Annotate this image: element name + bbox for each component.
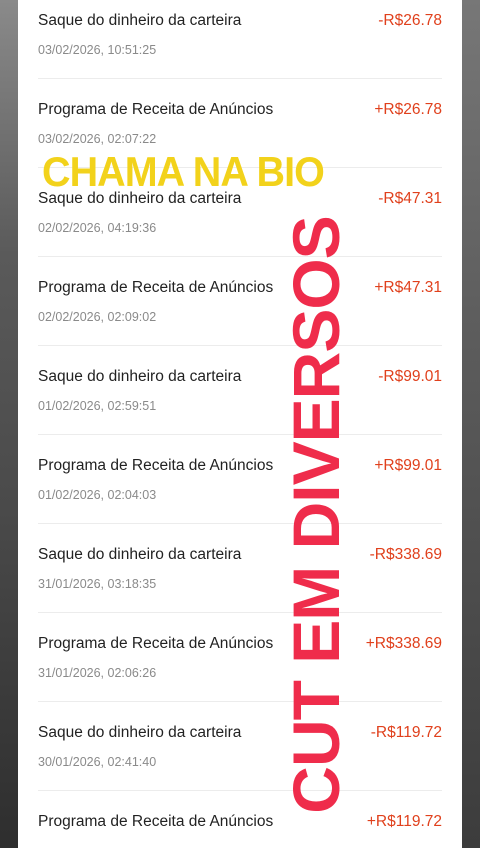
transaction-list[interactable]: Saque do dinheiro da carteira -R$26.78 0… (18, 0, 462, 848)
transaction-date: 30/01/2026, 02:41:40 (38, 755, 157, 769)
background-left-edge (0, 0, 18, 848)
transaction-amount: -R$119.72 (370, 724, 442, 741)
background-right-edge (462, 0, 480, 848)
transaction-amount: +R$26.78 (374, 101, 442, 118)
transaction-row[interactable]: Saque do dinheiro da carteira -R$338.69 … (18, 524, 462, 613)
transaction-date: 31/01/2026, 02:06:26 (38, 666, 157, 680)
transaction-amount: +R$47.31 (374, 279, 442, 296)
transaction-date: 01/02/2026, 02:59:51 (38, 399, 157, 413)
transaction-amount: +R$338.69 (365, 635, 442, 652)
transaction-amount: +R$119.72 (366, 813, 442, 830)
transaction-amount: -R$338.69 (369, 546, 442, 563)
transaction-date: 03/02/2026, 02:07:22 (38, 132, 157, 146)
transaction-title: Programa de Receita de Anúncios (38, 101, 274, 118)
transaction-row[interactable]: Programa de Receita de Anúncios +R$99.01… (18, 435, 462, 524)
transaction-row[interactable]: Saque do dinheiro da carteira -R$119.72 … (18, 702, 462, 791)
transaction-date: 02/02/2026, 04:19:36 (38, 221, 157, 235)
transaction-title: Saque do dinheiro da carteira (38, 546, 242, 563)
transaction-title: Programa de Receita de Anúncios (38, 457, 274, 474)
transaction-title: Saque do dinheiro da carteira (38, 12, 242, 29)
transaction-title: Programa de Receita de Anúncios (38, 279, 274, 296)
transaction-date: 01/02/2026, 02:04:03 (38, 488, 157, 502)
transaction-title: Programa de Receita de Anúncios (38, 813, 274, 830)
transaction-amount: -R$26.78 (378, 12, 442, 29)
transaction-amount: -R$99.01 (378, 368, 442, 385)
transaction-row[interactable]: Programa de Receita de Anúncios +R$119.7… (18, 791, 462, 848)
transaction-amount: +R$99.01 (374, 457, 442, 474)
transaction-date: 02/02/2026, 02:09:02 (38, 310, 157, 324)
transaction-title: Saque do dinheiro da carteira (38, 368, 242, 385)
transaction-row[interactable]: Programa de Receita de Anúncios +R$47.31… (18, 257, 462, 346)
transaction-row[interactable]: Saque do dinheiro da carteira -R$99.01 0… (18, 346, 462, 435)
vertical-overlay-text: CUT EM DIVERSOS (279, 216, 353, 814)
promo-overlay-text: CHAMA NA BIO (42, 148, 325, 195)
transaction-date: 03/02/2026, 10:51:25 (38, 43, 157, 57)
transaction-date: 31/01/2026, 03:18:35 (38, 577, 157, 591)
transaction-row[interactable]: Saque do dinheiro da carteira -R$26.78 0… (18, 0, 462, 79)
transaction-amount: -R$47.31 (378, 190, 442, 207)
transaction-title: Programa de Receita de Anúncios (38, 635, 274, 652)
transaction-row[interactable]: Programa de Receita de Anúncios +R$338.6… (18, 613, 462, 702)
transaction-title: Saque do dinheiro da carteira (38, 724, 242, 741)
